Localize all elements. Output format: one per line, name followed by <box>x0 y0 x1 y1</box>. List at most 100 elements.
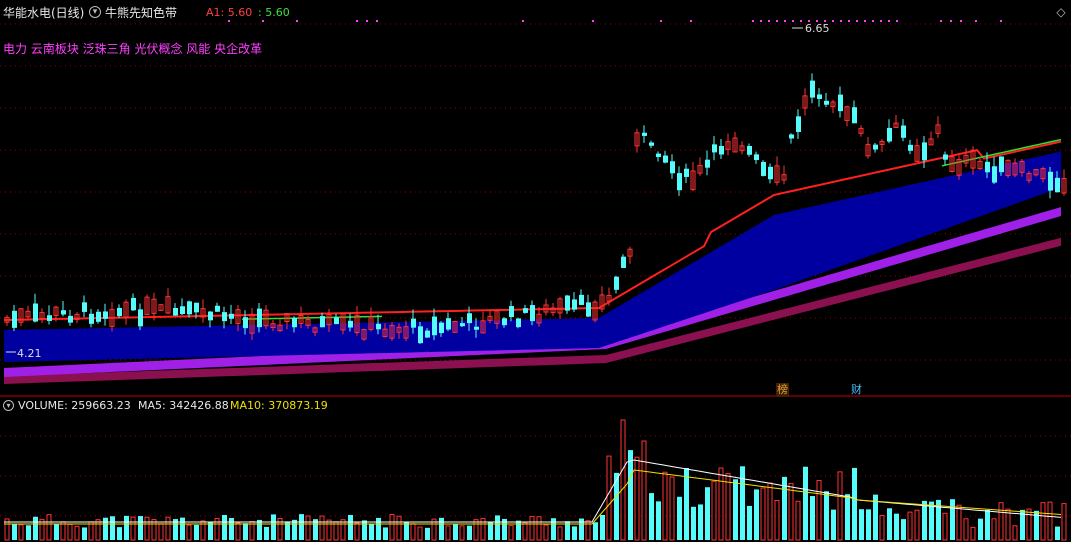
candle-down <box>348 320 353 328</box>
volume-bar-up <box>536 516 542 541</box>
volume-bar-up <box>88 521 94 541</box>
candle-down <box>82 302 87 312</box>
volume-bar-up <box>305 515 311 541</box>
volume-bar-up <box>788 482 794 541</box>
volume-bar-down <box>208 522 213 540</box>
volume-bar-down <box>677 496 682 540</box>
signal-dot <box>768 20 770 22</box>
volume-bar-up <box>144 516 150 541</box>
candle-down <box>579 294 584 305</box>
cai-marker[interactable]: 财 <box>850 383 863 397</box>
candle-down <box>1048 171 1053 191</box>
volume-bar-up <box>956 504 962 541</box>
volume-bar-up <box>508 525 514 541</box>
candle-down <box>334 317 339 325</box>
indicator-name[interactable]: 牛熊先知色带 <box>105 6 177 20</box>
volume-bar-up <box>522 522 528 541</box>
candle-down <box>376 323 381 330</box>
candle-down <box>789 134 794 139</box>
diamond-icon[interactable]: ◇ <box>1054 5 1068 19</box>
volume-bar-down <box>740 466 745 540</box>
candle-down <box>677 173 682 191</box>
candle-down <box>467 313 472 324</box>
volume-bar-up <box>557 526 563 541</box>
low-price-label: 4.21 <box>17 347 42 360</box>
volume-bar-up <box>711 480 717 541</box>
volume-bar-up <box>725 473 731 541</box>
chart-grid <box>0 23 1071 517</box>
volume-bar-down <box>656 501 661 540</box>
volume-bar-down <box>551 518 556 540</box>
signal-dot <box>960 20 962 22</box>
volume-bar-up <box>417 526 423 541</box>
volume-bar-up <box>991 518 997 541</box>
signal-dot <box>840 20 842 22</box>
candle-down <box>61 310 66 315</box>
volume-bar-down <box>54 523 59 540</box>
stock-title[interactable]: 华能水电(日线) <box>3 6 84 20</box>
signal-dot <box>848 20 850 22</box>
volume-bar-up <box>1026 508 1032 541</box>
candle-down <box>656 153 661 157</box>
volume-bar-up <box>669 476 675 541</box>
candle-down <box>810 80 815 98</box>
volume-bar-down <box>453 523 458 540</box>
volume-bar-down <box>439 517 444 540</box>
volume-bar-down <box>628 450 633 540</box>
volume-bar-down <box>488 522 493 540</box>
volume-bar-up <box>60 521 66 541</box>
candle-down <box>411 318 416 328</box>
volume-bar-up <box>1012 525 1018 541</box>
candle-down <box>432 316 437 336</box>
candle-down <box>446 318 451 330</box>
volume-bar-down <box>1055 526 1060 540</box>
volume-bar-up <box>46 514 52 541</box>
volume-bar-up <box>130 516 136 541</box>
volume-bar-down <box>859 509 864 540</box>
volume-bar-down <box>292 519 297 540</box>
volume-bar-down <box>348 514 353 540</box>
candle-down <box>614 276 619 290</box>
candle-down <box>439 322 444 334</box>
a1-value: A1: 5.60 <box>206 6 253 19</box>
volume-bar-down <box>929 501 934 540</box>
candle-down <box>572 299 577 310</box>
candle-down <box>621 256 626 268</box>
candle-down <box>187 301 192 315</box>
candle-down <box>173 307 178 316</box>
signal-dot <box>888 20 890 22</box>
candle-down <box>516 318 521 328</box>
bang-marker[interactable]: 榜 <box>776 383 789 397</box>
volume-bar-down <box>684 467 689 540</box>
candle-down <box>530 305 535 322</box>
circle-chevron-icon[interactable]: ▾ <box>89 6 101 18</box>
volume-bar-down <box>922 500 927 540</box>
signal-dot <box>1000 20 1002 22</box>
volume-bar-down <box>117 527 122 540</box>
volume-bar-up <box>165 516 171 541</box>
candle-down <box>502 318 507 326</box>
volume-bar-up <box>879 514 885 541</box>
signal-dot <box>792 20 794 22</box>
volume-collapse-icon[interactable]: ▾ <box>3 400 14 411</box>
signal-dot <box>940 20 942 22</box>
price-volume-chart[interactable] <box>0 0 1071 542</box>
volume-bar-up <box>1061 503 1067 541</box>
volume-bar-down <box>33 516 38 540</box>
candle-down <box>838 94 843 112</box>
candle-down <box>768 166 773 180</box>
volume-bar-down <box>257 519 262 540</box>
candle-down <box>684 168 689 177</box>
volume-bar-down <box>810 496 815 540</box>
candle-down <box>824 100 829 105</box>
signal-dot <box>896 20 898 22</box>
candle-down <box>887 127 892 142</box>
volume-bar-down <box>110 516 115 540</box>
volume-bar-up <box>410 523 416 541</box>
candle-down <box>719 145 724 155</box>
candle-down <box>12 310 17 328</box>
candle-down <box>999 156 1004 173</box>
candle-down <box>292 318 297 328</box>
signal-dot <box>856 20 858 22</box>
volume-bar-down <box>383 527 388 540</box>
